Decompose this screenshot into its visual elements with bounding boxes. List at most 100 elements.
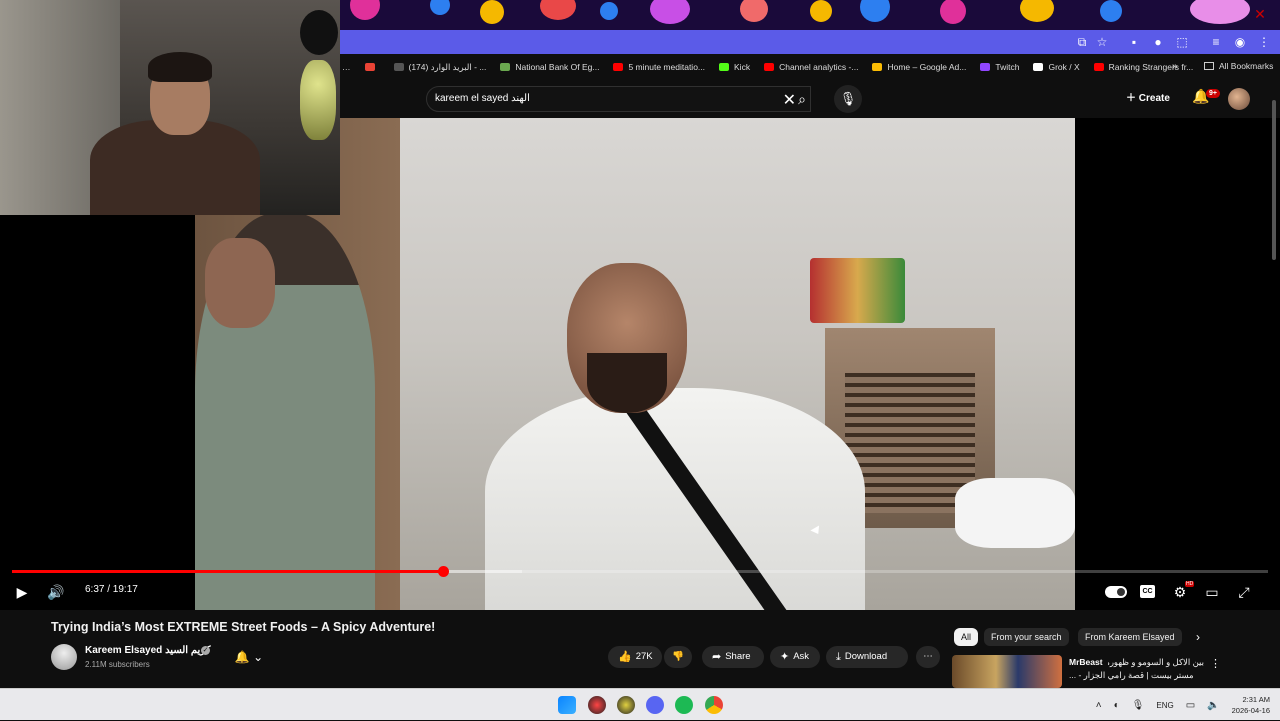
chip-all[interactable]: All: [954, 628, 979, 646]
account-avatar[interactable]: [1228, 88, 1250, 110]
share-icon: ➦: [712, 651, 722, 663]
chrome-canary-icon[interactable]: [617, 696, 635, 714]
page-scrollbar[interactable]: [1270, 90, 1278, 680]
bookmark-item[interactable]: 5 minute meditatio...: [613, 62, 705, 72]
speaker-icon[interactable]: 🔈: [1207, 700, 1219, 711]
play-icon[interactable]: ▶: [12, 582, 32, 602]
all-bookmarks-button[interactable]: All Bookmarks: [1204, 61, 1273, 71]
browser-menu-icon[interactable]: ⋮: [1256, 34, 1272, 50]
network-icon[interactable]: ◐: [1114, 700, 1120, 711]
bookmark-label: Home – Google Ad...: [887, 62, 967, 72]
bookmark-favicon-icon: [613, 63, 624, 71]
progress-played: [12, 570, 443, 573]
bookmark-favicon-icon: [393, 63, 404, 71]
bookmark-favicon-icon: [500, 63, 511, 71]
search-input[interactable]: kareem el sayed الهند ✕: [426, 86, 811, 112]
download-label: Download: [844, 651, 888, 662]
install-app-icon[interactable]: ⧉: [1074, 34, 1090, 50]
progress-bar[interactable]: [12, 566, 1268, 577]
window-close-icon[interactable]: ✕: [1248, 4, 1272, 24]
spotify-icon[interactable]: [675, 696, 693, 714]
bookmark-label: National Bank Of Eg...: [515, 62, 600, 72]
chip-from-channel[interactable]: From Kareem Elsayed: [1078, 628, 1182, 646]
bookmark-label: Grok / X: [1048, 62, 1080, 72]
fullscreen-icon[interactable]: ⤢: [1234, 582, 1254, 602]
video-title: Trying India’s Most EXTREME Street Foods…: [51, 620, 436, 634]
extensions-puzzle-icon[interactable]: ⬚: [1174, 34, 1190, 50]
language-indicator[interactable]: ENG: [1156, 701, 1173, 710]
microphone-tray-icon[interactable]: 🎙: [1132, 700, 1145, 711]
microphone-icon[interactable]: 🎙: [834, 85, 862, 113]
more-vertical-icon[interactable]: ⋮: [1210, 657, 1221, 670]
bookmark-label: …: [342, 62, 351, 72]
bookmark-label: Channel analytics -...: [779, 62, 859, 72]
bookmarks-overflow-icon[interactable]: »: [1172, 61, 1178, 72]
clock[interactable]: 2:31 AM 2026-04-16: [1232, 694, 1270, 716]
subscription-bell-button[interactable]: 🔔 ⌄: [226, 646, 272, 668]
recommendation-title[interactable]: بين الاكل و السومو و ظهوره مع: [1108, 657, 1204, 668]
bookmark-item[interactable]: Twitch: [980, 62, 1019, 72]
extension-circle-icon[interactable]: ●: [1150, 34, 1166, 50]
search-query-text: kareem el sayed الهند: [435, 93, 530, 104]
chevron-up-icon[interactable]: ˄: [1096, 700, 1102, 711]
chrome-dev-icon[interactable]: [588, 696, 606, 714]
search-icon[interactable]: ⌕: [789, 86, 815, 112]
autoplay-toggle[interactable]: [1105, 586, 1127, 598]
bookmark-item[interactable]: (174) البريد الوارد - ...: [393, 61, 487, 73]
bookmark-label: Twitch: [995, 62, 1020, 72]
ask-label: Ask: [793, 651, 810, 662]
bookmark-item[interactable]: Kick: [719, 62, 750, 72]
bookmark-item[interactable]: [364, 63, 380, 71]
bookmark-item[interactable]: …: [342, 62, 351, 72]
ask-button[interactable]: ✦ Ask: [770, 646, 820, 668]
share-button[interactable]: ➦ Share: [702, 646, 764, 668]
recommendation-thumbnail[interactable]: [952, 655, 1062, 688]
bookmark-favicon-icon: [1033, 63, 1044, 71]
bookmark-label: Kick: [734, 62, 751, 72]
create-label: Create: [1138, 93, 1170, 104]
bookmark-label: (174) البريد الوارد - ...: [408, 61, 487, 72]
gmail-icon: [364, 63, 375, 71]
bookmark-item[interactable]: National Bank Of Eg...: [500, 62, 599, 72]
taskbar: ˄ ◐ 🎙 ENG ▭ 🔈 2:31 AM 2026-04-16: [0, 688, 1280, 720]
recommendation-channel: MrBeast: [1069, 657, 1103, 667]
recommendation-title-line2[interactable]: ... - مستر بيست | قصة رامي الجزار: [1069, 670, 1194, 681]
volume-icon[interactable]: 🔊: [46, 582, 66, 602]
captions-icon[interactable]: CC: [1140, 585, 1155, 598]
chevron-down-icon: ⌄: [253, 650, 264, 664]
chevron-right-icon[interactable]: ›: [1196, 630, 1200, 644]
discord-icon[interactable]: [646, 696, 664, 714]
download-button[interactable]: ⤓ Download: [826, 646, 908, 668]
media-controls-icon[interactable]: ≡: [1208, 34, 1224, 50]
clock-date: 2026-04-16: [1231, 706, 1270, 715]
system-tray: ˄ ◐ 🎙 ENG ▭ 🔈 2:31 AM 2026-04-16: [1090, 689, 1270, 721]
bookmark-item[interactable]: Home – Google Ad...: [872, 62, 966, 72]
channel-name[interactable]: Kareem Elsayed كريم السيد: [85, 645, 211, 656]
display-icon[interactable]: ▭: [1186, 700, 1195, 711]
chrome-icon[interactable]: [705, 696, 723, 714]
chip-from-your-search[interactable]: From your search: [984, 628, 1069, 646]
bell-icon: 🔔: [234, 650, 250, 664]
dislike-button[interactable]: 👎: [664, 646, 692, 668]
browser-theme-strip: ✕: [340, 0, 1280, 30]
create-button[interactable]: ＋ Create: [1120, 88, 1176, 110]
thumbs-up-icon: 👍: [618, 651, 632, 663]
more-actions-button[interactable]: ⋯: [916, 646, 940, 668]
channel-avatar[interactable]: [51, 644, 77, 670]
bookmark-label: Ranking Strangers fr...: [1108, 62, 1194, 72]
address-bar[interactable]: ⧉ ☆ ▪ ● ⬚ ≡ ◉ ⋮: [340, 30, 1280, 54]
windows-start-icon[interactable]: [558, 696, 576, 714]
like-button[interactable]: 👍 27K: [608, 646, 662, 668]
scrubber-handle[interactable]: [437, 566, 449, 577]
bookmark-favicon-icon: [872, 63, 883, 71]
profile-icon[interactable]: ◉: [1232, 34, 1248, 50]
scrollbar-thumb[interactable]: [1272, 100, 1276, 260]
bookmark-star-icon[interactable]: ☆: [1094, 34, 1110, 50]
extension-kick-icon[interactable]: ▪: [1126, 34, 1142, 50]
clock-time: 2:31 AM: [1242, 695, 1270, 704]
bookmark-label: 5 minute meditatio...: [628, 62, 706, 72]
bookmark-item[interactable]: Ranking Strangers fr...: [1093, 62, 1194, 72]
theater-mode-icon[interactable]: ▭: [1202, 582, 1222, 602]
bookmark-item[interactable]: Channel analytics -...: [764, 62, 858, 72]
bookmark-item[interactable]: Grok / X: [1033, 62, 1080, 72]
